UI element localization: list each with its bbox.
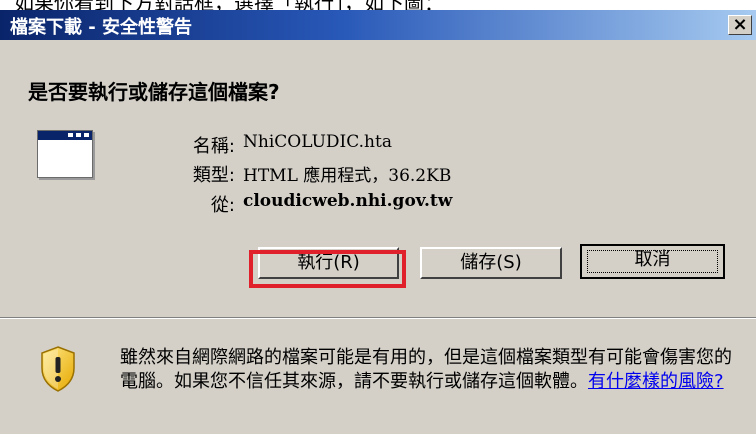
file-source-label: 從: xyxy=(210,195,235,216)
title-bar: 檔案下載 - 安全性警告 × xyxy=(0,10,756,40)
save-button-shortcut: (S) xyxy=(496,252,522,273)
file-download-dialog: 檔案下載 - 安全性警告 × 是否要執行或儲存這個檔案? 名稱: NhiCOLU… xyxy=(0,10,756,434)
save-button[interactable]: 儲存(S) xyxy=(420,247,562,279)
file-source-value: cloudicweb.nhi.gov.tw xyxy=(243,191,453,211)
risk-info-link[interactable]: 有什麼樣的風險? xyxy=(588,371,724,392)
focus-indicator xyxy=(587,250,718,273)
cancel-button[interactable]: 取消 xyxy=(580,244,725,279)
question-heading: 是否要執行或儲存這個檔案? xyxy=(28,80,280,104)
run-button-label: 執行 xyxy=(297,252,334,273)
save-button-label: 儲存 xyxy=(460,252,497,273)
file-source-row: 從: cloudicweb.nhi.gov.tw xyxy=(0,191,740,217)
file-name-row: 名稱: NhiCOLUDIC.hta xyxy=(0,132,740,158)
close-icon: × xyxy=(732,14,748,35)
window-title: 檔案下載 - 安全性警告 xyxy=(10,17,193,38)
file-type-value: HTML 應用程式，36.2KB xyxy=(243,166,452,186)
file-type-label: 類型: xyxy=(192,165,235,186)
file-name-value: NhiCOLUDIC.hta xyxy=(243,132,392,152)
security-warning-text: 雖然來自網際網路的檔案可能是有用的，但是這個檔案類型有可能會傷害您的電腦。如果您… xyxy=(120,346,740,394)
caption-text: 如果你看到下方對話框，選擇「執行」，如下圖： xyxy=(14,0,444,10)
separator-highlight xyxy=(0,318,756,319)
security-shield-icon xyxy=(41,346,75,392)
close-button[interactable]: × xyxy=(728,15,752,35)
cropped-caption: 如果你看到下方對話框，選擇「執行」，如下圖： xyxy=(0,0,756,10)
run-button[interactable]: 執行(R) xyxy=(258,247,399,279)
file-name-label: 名稱: xyxy=(192,136,235,157)
file-type-row: 類型: HTML 應用程式，36.2KB xyxy=(0,161,740,187)
run-button-shortcut: (R) xyxy=(333,252,360,273)
